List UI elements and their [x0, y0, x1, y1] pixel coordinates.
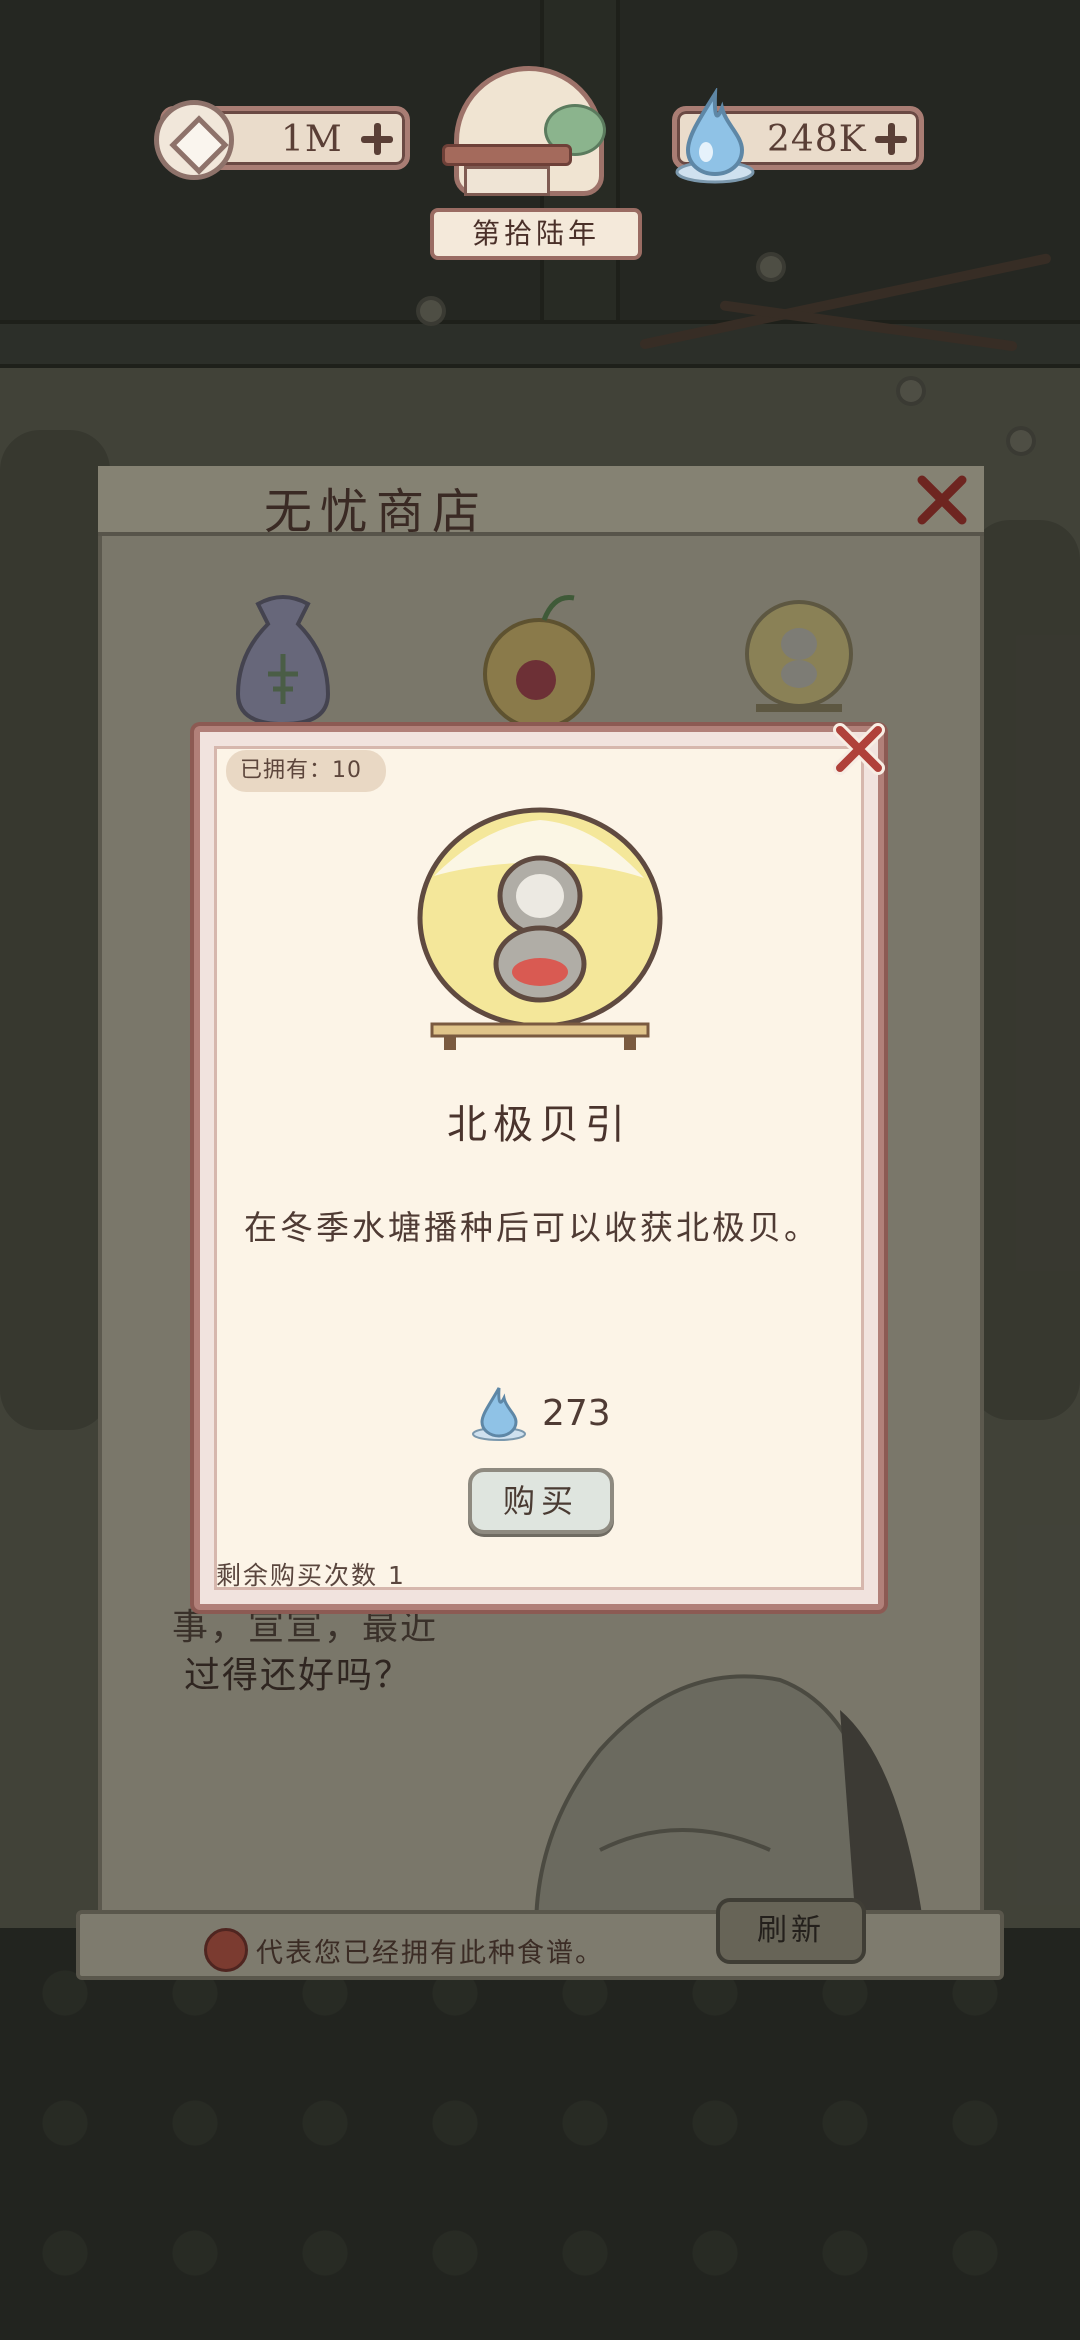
- coin-icon: [154, 100, 234, 180]
- remaining-purchases: 剩余购买次数 1: [216, 1561, 406, 1590]
- dialog-line-2: 过得还好吗？: [184, 1655, 413, 1696]
- price-row: 273: [470, 1384, 611, 1442]
- year-label: 第拾陆年: [430, 208, 642, 260]
- item-description: 在冬季水塘播种后可以收获北极贝。: [244, 1208, 820, 1247]
- close-x-icon[interactable]: [830, 720, 888, 778]
- year-emblem: [432, 66, 622, 216]
- footer-note-text: 代表您已经拥有此种食谱。: [256, 1937, 604, 1969]
- add-drops-button[interactable]: [873, 121, 909, 157]
- add-coins-button[interactable]: [359, 121, 395, 157]
- refresh-button[interactable]: 刷新: [716, 1898, 866, 1964]
- item-name: 北极贝引: [447, 1102, 631, 1148]
- water-drop-icon: [472, 1387, 526, 1441]
- shop-title: 无忧商店: [264, 484, 489, 540]
- sachet-icon[interactable]: [218, 584, 348, 734]
- buy-button[interactable]: 购买: [468, 1468, 614, 1534]
- coin-value: 1M: [281, 119, 343, 160]
- price-value: 273: [542, 1392, 611, 1434]
- shop-title-bar: [98, 466, 984, 536]
- fruit-icon[interactable]: [474, 584, 604, 734]
- owned-count-badge: 已拥有：10: [226, 750, 386, 792]
- dialog-line-1: 事，宣宣，最近: [172, 1607, 439, 1648]
- scallop-bowl-image: [417, 807, 663, 1050]
- water-drop-icon: [675, 88, 755, 184]
- recipe-owned-seal-icon: [204, 1928, 248, 1972]
- footer-note: 代表您已经拥有此种食谱。: [204, 1928, 604, 1972]
- drop-value: 248K: [767, 119, 867, 160]
- scallop-bowl-icon[interactable]: [734, 584, 864, 734]
- npc-dialog: 事，宣宣，最近 过得还好吗？: [172, 1604, 438, 1700]
- shop-close-icon[interactable]: [912, 470, 972, 530]
